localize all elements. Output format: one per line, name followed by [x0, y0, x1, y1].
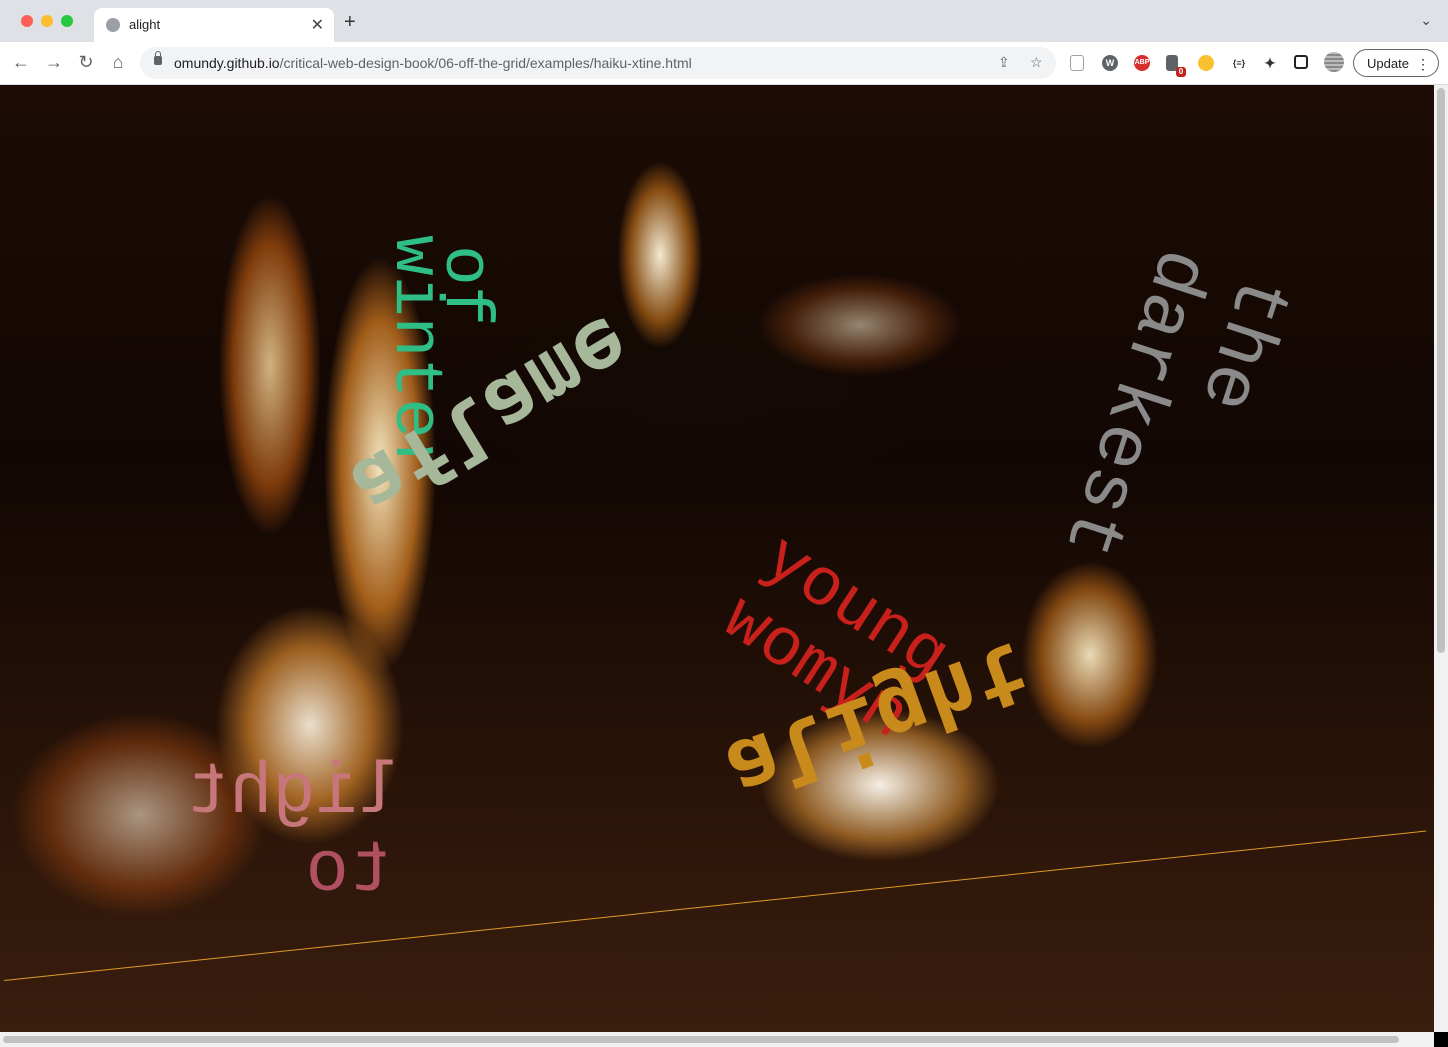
diagonal-line — [4, 830, 1427, 981]
url-text[interactable]: omundy.github.io/critical-web-design-boo… — [174, 55, 692, 71]
globe-icon — [106, 18, 120, 32]
vertical-scroll-thumb[interactable] — [1437, 88, 1445, 653]
reload-button[interactable]: ↻ — [75, 52, 97, 73]
back-button[interactable]: ← — [10, 52, 32, 73]
haiku-word-darkest: darkest — [1044, 237, 1225, 569]
update-button[interactable]: Update ⋮ — [1353, 49, 1439, 77]
address-bar[interactable]: omundy.github.io/critical-web-design-boo… — [140, 47, 1056, 79]
close-window-button[interactable] — [21, 15, 33, 27]
vertical-scrollbar[interactable] — [1434, 85, 1448, 1032]
wappalyzer-extension-icon[interactable]: W — [1102, 55, 1118, 71]
haiku-word-to: to — [305, 830, 392, 912]
lock-icon[interactable] — [154, 51, 162, 65]
profile-avatar[interactable] — [1324, 52, 1344, 72]
browser-toolbar: ← → ↻ ⌂ omundy.github.io/critical-web-de… — [0, 42, 1448, 85]
active-tab[interactable]: alight ✕ — [94, 8, 334, 42]
tab-strip: alight ✕ + ⌄ — [0, 0, 1448, 42]
horizontal-scrollbar[interactable] — [0, 1032, 1434, 1047]
json-extension-icon[interactable]: {≡} — [1228, 55, 1250, 71]
sidebar-icon[interactable] — [1294, 55, 1308, 69]
forward-button[interactable]: → — [43, 52, 65, 73]
home-button[interactable]: ⌂ — [107, 52, 129, 73]
reader-extension-icon[interactable] — [1070, 55, 1084, 71]
close-tab-icon[interactable]: ✕ — [311, 15, 324, 35]
page-content: of winter aflame the darkest young womyn… — [0, 85, 1434, 1032]
bookmark-star-icon[interactable]: ☆ — [1030, 54, 1043, 71]
new-tab-button[interactable]: + — [344, 11, 356, 34]
tab-title: alight — [129, 17, 161, 32]
adblock-extension-icon[interactable]: ABP — [1134, 55, 1150, 71]
maximize-window-button[interactable] — [61, 15, 73, 27]
share-icon[interactable]: ⇪ — [998, 54, 1010, 71]
horizontal-scroll-thumb[interactable] — [3, 1036, 1399, 1043]
more-menu-icon[interactable]: ⋮ — [1416, 50, 1430, 78]
minimize-window-button[interactable] — [41, 15, 53, 27]
browser-window: alight ✕ + ⌄ ← → ↻ ⌂ omundy.github.io/cr… — [0, 0, 1448, 1047]
haiku-word-light: light — [185, 752, 402, 834]
thumbs-up-extension-icon[interactable] — [1198, 55, 1214, 71]
puzzle-extensions-icon[interactable]: ✦ — [1262, 55, 1278, 71]
update-label: Update — [1367, 56, 1409, 71]
extension-badge: 0 — [1176, 67, 1186, 77]
chevron-down-icon[interactable]: ⌄ — [1420, 12, 1432, 29]
